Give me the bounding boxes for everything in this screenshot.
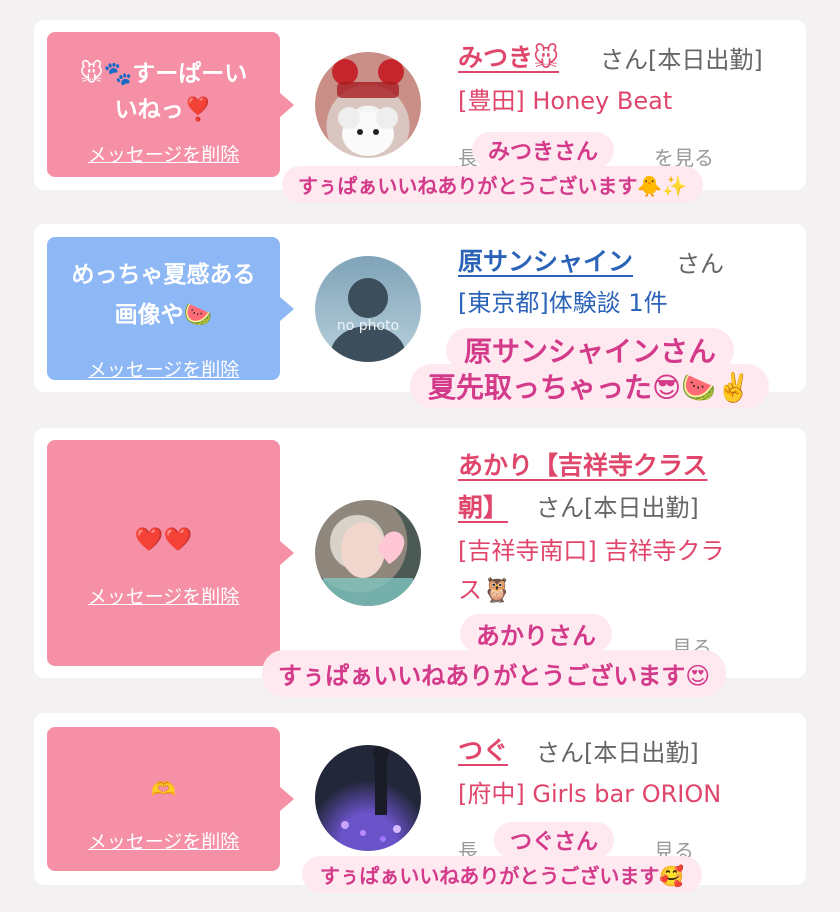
shop-name[interactable]: [府中] Girls bar ORION — [458, 775, 721, 814]
cast-honorific: さん[本日出勤] — [600, 46, 763, 74]
bubble-message-line: 画像や🍉 — [114, 302, 213, 328]
message-bubble: ❤️❤️ メッセージを削除 — [47, 440, 294, 666]
delete-message-link[interactable]: メッセージを削除 — [47, 582, 280, 609]
overlay-sticker-text: すぅぱぁいいねありがとうございます😍 — [262, 650, 727, 697]
bubble-message-line: ❤️❤️ — [134, 527, 193, 553]
avatar[interactable] — [315, 500, 421, 606]
cast-name-link[interactable]: あかり【吉祥寺クラス — [458, 446, 708, 482]
cast-name-link[interactable]: つぐ — [458, 731, 508, 767]
avatar-image — [341, 745, 401, 842]
shop-name[interactable]: [豊田] Honey Beat — [458, 82, 672, 121]
overlay-sticker-name: みつきさん — [472, 132, 615, 168]
overlay-sticker-name: つぐさん — [494, 822, 615, 858]
cast-honorific: さん[本日出勤] — [536, 739, 699, 767]
bubble-message-line: いねっ❣️ — [114, 97, 213, 123]
overlay-sticker-name: あかりさん — [460, 614, 612, 653]
message-card: 🐭🐾すーぱーい いねっ❣️ メッセージを削除 みつき🐭 さん[本日出勤] [豊田… — [34, 20, 806, 190]
shop-name[interactable]: [吉祥寺南口] 吉祥寺クラ — [458, 532, 724, 571]
message-bubble: 🐭🐾すーぱーい いねっ❣️ メッセージを削除 — [47, 32, 294, 177]
delete-message-link[interactable]: メッセージを削除 — [47, 140, 280, 167]
bubble-message-line: めっちゃ夏感ある — [71, 262, 256, 288]
cast-name-link[interactable]: 朝】 — [458, 488, 508, 524]
cast-honorific: さん[本日出勤] — [536, 494, 699, 522]
overlay-sticker-text: 夏先取っちゃった😎🍉✌️ — [410, 364, 769, 408]
avatar-image — [332, 59, 404, 156]
shop-name[interactable]: [東京都]体験談 1件 — [458, 284, 668, 323]
avatar[interactable]: no photo — [315, 256, 421, 362]
avatar-image — [323, 522, 413, 606]
message-bubble: めっちゃ夏感ある 画像や🍉 メッセージを削除 — [47, 237, 294, 382]
no-photo-silhouette-icon — [330, 278, 406, 362]
message-bubble: 🫶 メッセージを削除 — [47, 727, 294, 871]
no-photo-label: no photo — [336, 318, 400, 334]
overlay-sticker-text: すぅぱぁいいねありがとうございます🐥✨ — [282, 166, 704, 203]
bubble-message-line: 🐭🐾すーぱーい — [79, 61, 248, 87]
delete-message-link[interactable]: メッセージを削除 — [47, 827, 280, 854]
delete-message-link[interactable]: メッセージを削除 — [47, 355, 280, 382]
overlay-sticker-text: すぅぱぁいいねありがとうございます🥰 — [302, 856, 703, 893]
message-card: ❤️❤️ メッセージを削除 あかり【吉祥寺クラス 朝】 さん[本日出勤] [吉祥… — [34, 428, 806, 678]
cast-name-link[interactable]: 原サンシャイン — [458, 242, 633, 278]
cast-name-link[interactable]: みつき🐭 — [458, 38, 559, 74]
shop-name[interactable]: ス🦉 — [458, 571, 512, 610]
bubble-message-line: 🫶 — [151, 777, 176, 801]
cast-honorific: さん — [676, 250, 724, 278]
avatar[interactable] — [315, 52, 421, 158]
avatar[interactable] — [315, 745, 421, 851]
